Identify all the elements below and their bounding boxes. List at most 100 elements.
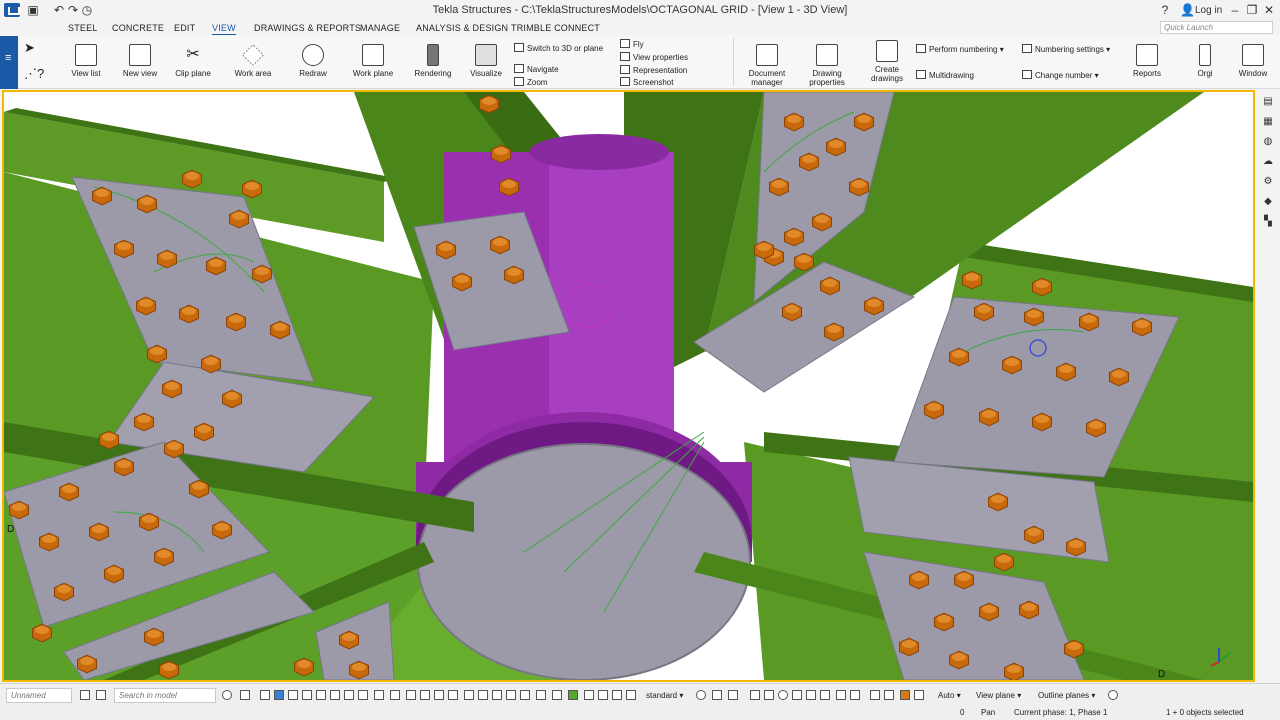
tab-manage[interactable]: MANAGE [360, 23, 400, 33]
snap-icon-14[interactable] [850, 690, 860, 700]
snap-icon-9[interactable] [778, 690, 788, 700]
view-list-button[interactable]: View list [68, 44, 104, 78]
snap-icon-16[interactable] [884, 690, 894, 700]
change-number-button[interactable]: Change number ▾ [1022, 70, 1099, 80]
select-pointer-icon[interactable]: ➤ [24, 40, 35, 56]
snap-icon-5[interactable] [626, 690, 636, 700]
work-area-button[interactable]: Work area [232, 44, 274, 78]
window-button[interactable]: Window [1234, 44, 1272, 78]
snap-icon-10[interactable] [792, 690, 802, 700]
select-icon-4[interactable] [302, 690, 312, 700]
select-icon-11[interactable] [406, 690, 416, 700]
help-icon[interactable]: ? [1158, 3, 1172, 17]
document-manager-button[interactable]: Document manager [744, 44, 790, 87]
restore-icon[interactable]: ❐ [1245, 3, 1259, 17]
eye-icon[interactable] [728, 690, 738, 700]
numbering-settings-button[interactable]: Numbering settings ▾ [1022, 44, 1110, 54]
snap-icon-11[interactable] [806, 690, 816, 700]
quick-launch-input[interactable]: Quick Launch [1160, 21, 1273, 34]
tab-steel[interactable]: STEEL [68, 23, 98, 33]
multidrawing-button[interactable]: Multidrawing [916, 70, 974, 80]
switch-3d-button[interactable]: Switch to 3D or plane [514, 43, 603, 53]
zoom-button[interactable]: Zoom [514, 77, 547, 87]
cube-icon[interactable]: ◆ [1262, 196, 1274, 208]
rendering-button[interactable]: Rendering [412, 44, 454, 78]
redraw-button[interactable]: Redraw [294, 44, 332, 78]
catalog-icon[interactable]: ▦ [1262, 116, 1274, 128]
magnifier-settings-icon[interactable] [240, 690, 250, 700]
drawing-properties-button[interactable]: Drawing properties [804, 44, 850, 87]
select-icon-17[interactable] [492, 690, 502, 700]
work-plane-button[interactable]: Work plane [350, 44, 396, 78]
reports-button[interactable]: Reports [1128, 44, 1166, 78]
tab-drawings-reports[interactable]: DRAWINGS & REPORTS [254, 23, 361, 33]
auto-dropdown[interactable]: Auto ▾ [938, 691, 961, 700]
snap-icon-4[interactable] [612, 690, 622, 700]
gear-icon[interactable]: ⚙ [1262, 176, 1274, 188]
search-model-input[interactable]: Search in model [114, 688, 216, 703]
tab-edit[interactable]: EDIT [174, 23, 195, 33]
snap-icon-1[interactable] [568, 690, 578, 700]
organizer-button[interactable]: Orgi [1192, 44, 1218, 78]
snap-icon-17[interactable] [900, 690, 910, 700]
cloud-icon[interactable]: ☁ [1262, 156, 1274, 168]
user-icon[interactable]: 👤 [1180, 3, 1195, 17]
select-icon-13[interactable] [434, 690, 444, 700]
tab-trimble-connect[interactable]: TRIMBLE CONNECT [511, 23, 600, 33]
visualize-button[interactable]: Visualize [466, 44, 506, 78]
select-icon-8[interactable] [358, 690, 368, 700]
snap-icon-7[interactable] [750, 690, 760, 700]
select-icon-16[interactable] [478, 690, 488, 700]
select-icon-18[interactable] [506, 690, 516, 700]
snap-icon-8[interactable] [764, 690, 774, 700]
select-icon-12[interactable] [420, 690, 430, 700]
snap-icon-15[interactable] [870, 690, 880, 700]
select-icon-7[interactable] [344, 690, 354, 700]
select-icon-9[interactable] [374, 690, 384, 700]
screenshot-button[interactable]: Screenshot [620, 77, 673, 87]
globe-icon[interactable]: ◍ [1262, 136, 1274, 148]
select-icon-3[interactable] [288, 690, 298, 700]
3d-view-viewport[interactable]: D D [2, 90, 1255, 682]
snap-depth-dropdown[interactable]: standard ▾ [646, 691, 683, 700]
list-icon[interactable] [96, 690, 106, 700]
minimize-icon[interactable]: – [1228, 3, 1242, 17]
tab-concrete[interactable]: CONCRETE [112, 23, 164, 33]
select-help-icon[interactable]: ⋰? [24, 66, 44, 82]
snap-icon-6[interactable] [712, 690, 722, 700]
select-icon-19[interactable] [520, 690, 530, 700]
login-link[interactable]: Log in [1195, 5, 1222, 16]
snap-icon-3[interactable] [598, 690, 608, 700]
select-icon-1[interactable] [260, 690, 270, 700]
grid-apps-icon[interactable]: ▚ [1262, 216, 1274, 228]
snap-icon-13[interactable] [836, 690, 846, 700]
clip-plane-button[interactable]: ✂ Clip plane [172, 44, 214, 78]
select-icon-2[interactable] [274, 690, 284, 700]
snap-icon-18[interactable] [914, 690, 924, 700]
perform-numbering-button[interactable]: Perform numbering ▾ [916, 44, 1004, 54]
select-icon-15[interactable] [464, 690, 474, 700]
model-scene[interactable]: D D [4, 92, 1253, 680]
representation-button[interactable]: Representation [620, 65, 687, 75]
select-icon-21[interactable] [552, 690, 562, 700]
new-view-button[interactable]: New view [120, 44, 160, 78]
tab-analysis-design[interactable]: ANALYSIS & DESIGN [416, 23, 508, 33]
select-icon-14[interactable] [448, 690, 458, 700]
outline-planes-dropdown[interactable]: Outline planes ▾ [1038, 691, 1095, 700]
view-plane-dropdown[interactable]: View plane ▾ [976, 691, 1021, 700]
select-icon-5[interactable] [316, 690, 326, 700]
select-icon-10[interactable] [390, 690, 400, 700]
select-icon-6[interactable] [330, 690, 340, 700]
side-menu-toggle[interactable]: ≡ [0, 36, 18, 89]
view-properties-button[interactable]: View properties [620, 52, 688, 62]
navigate-button[interactable]: Navigate [514, 64, 559, 74]
search-icon[interactable] [222, 690, 232, 700]
properties-icon[interactable]: ▤ [1262, 96, 1274, 108]
snap-icon-12[interactable] [820, 690, 830, 700]
visibility-icon[interactable] [1108, 690, 1118, 700]
create-drawings-button[interactable]: Create drawings [864, 40, 910, 83]
add-icon[interactable] [80, 690, 90, 700]
fly-button[interactable]: Fly [620, 39, 644, 49]
selection-filter-dropdown[interactable]: Unnamed [6, 688, 72, 703]
snap-settings-icon[interactable] [696, 690, 706, 700]
